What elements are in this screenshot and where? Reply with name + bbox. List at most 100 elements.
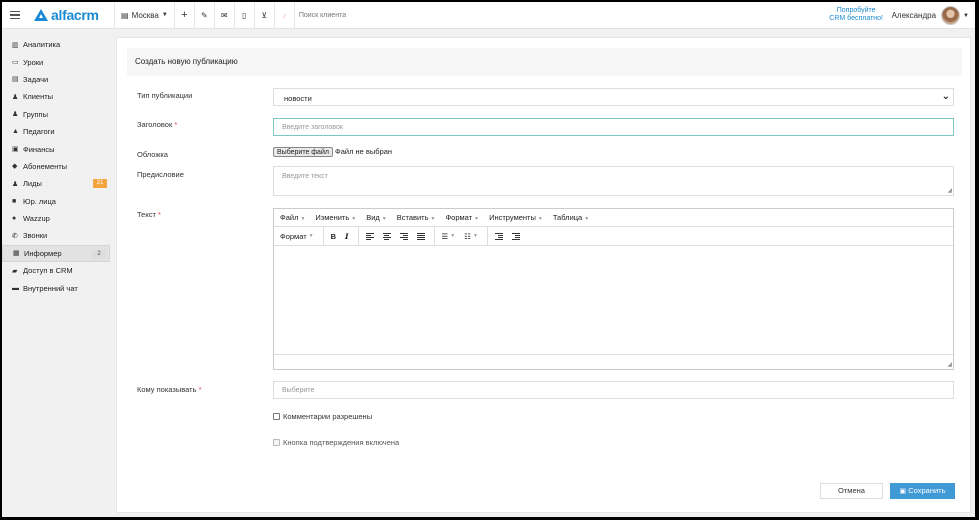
sidebar-item-informer[interactable]: ▦ Информер 2: [2, 244, 110, 263]
sidebar-item-leads[interactable]: ♟ Лиды 21: [2, 175, 110, 192]
try-free-link[interactable]: Попробуйте CRM бесплатно!: [829, 7, 883, 23]
text-label: Текст *: [137, 210, 161, 219]
whatsapp-icon: ●: [12, 215, 17, 223]
user-name: Александра: [891, 11, 937, 20]
type-label: Тип публикации: [137, 91, 193, 100]
publication-form: Создать новую публикацию Тип публикации …: [116, 37, 971, 513]
checkbox-box[interactable]: [273, 413, 280, 420]
sidebar-item-clients[interactable]: ♟ Клиенты: [2, 88, 110, 105]
form-header: Создать новую публикацию: [127, 48, 962, 76]
format-dropdown[interactable]: Формат ▼: [280, 232, 314, 241]
align-right-icon[interactable]: [399, 232, 408, 240]
save-button[interactable]: ▣ Сохранить: [890, 483, 955, 499]
editor-toolbar: Формат ▼ B I ☰ ▼ ☷ ▼: [274, 226, 953, 246]
sidebar-item-label: Доступ в CRM: [23, 266, 73, 276]
branch-name: Москва: [131, 10, 159, 20]
menu-edit[interactable]: Изменить ▼: [315, 213, 356, 222]
mail-icon[interactable]: ✉: [215, 2, 234, 29]
sidebar-item-label: Педагоги: [23, 127, 55, 137]
sidebar-item-groups[interactable]: ♟ Группы: [2, 106, 110, 123]
sidebar-item-label: Внутренний чат: [23, 283, 78, 293]
align-left-icon[interactable]: [365, 232, 374, 240]
sidebar-item-tasks[interactable]: ▤ Задачи: [2, 71, 110, 88]
align-center-icon[interactable]: [382, 232, 391, 240]
menu-format[interactable]: Формат ▼: [445, 213, 479, 222]
cart-icon[interactable]: ⊻: [255, 2, 274, 29]
comments-allowed-checkbox[interactable]: Комментарии разрешены: [273, 412, 372, 421]
menu-tools[interactable]: Инструменты ▼: [489, 213, 543, 222]
audience-select[interactable]: Выберите: [273, 381, 954, 399]
italic-button[interactable]: I: [345, 232, 349, 241]
resize-handle-icon[interactable]: ◢: [947, 187, 952, 194]
user-icon: ♟: [12, 93, 19, 101]
menu-table[interactable]: Таблица ▼: [553, 213, 589, 222]
branch-selector[interactable]: ▤ Москва ▼: [115, 2, 174, 29]
try-free-line2: CRM бесплатно!: [829, 15, 883, 22]
app-window: alfacrm ▤ Москва ▼ + ✎ ✉ ▯ ⊻ ♪ Поиск кли…: [2, 2, 975, 517]
outdent-icon[interactable]: [494, 232, 503, 240]
sidebar-item-teachers[interactable]: ▲ Педагоги: [2, 123, 110, 140]
tag-icon: ◆: [12, 163, 18, 171]
menu-file[interactable]: Файл ▼: [280, 213, 305, 222]
sidebar-item-wazzup[interactable]: ● Wazzup: [2, 210, 110, 227]
user-menu[interactable]: Александра ▼: [892, 5, 969, 26]
sidebar-item-label: Клиенты: [23, 92, 54, 102]
wrench-icon[interactable]: ✎: [195, 2, 214, 29]
logo[interactable]: alfacrm: [34, 7, 114, 23]
editor-menubar: Файл ▼ Изменить ▼ Вид ▼ Вставить ▼ Формат ▼ И…: [274, 209, 953, 227]
add-icon[interactable]: +: [175, 2, 194, 29]
lock-icon: ▰: [12, 267, 18, 275]
chevron-down-icon: ▼: [161, 12, 168, 18]
sidebar-item-subscriptions[interactable]: ◆ Абонементы: [2, 158, 110, 175]
heading-label: Заголовок *: [137, 120, 178, 129]
bell-icon[interactable]: ♪: [275, 2, 294, 29]
sidebar-item-analytics[interactable]: ▥ Аналитика: [2, 36, 110, 53]
sidebar-item-label: Задачи: [23, 74, 49, 84]
sidebar-item-legal-entities[interactable]: ■ Юр. лица: [2, 193, 110, 210]
bullet-list-icon[interactable]: ☰ ▼: [442, 232, 456, 241]
top-bar: alfacrm ▤ Москва ▼ + ✎ ✉ ▯ ⊻ ♪ Поиск кли…: [2, 2, 975, 29]
sidebar-item-crm-access[interactable]: ▰ Доступ в CRM: [2, 262, 110, 279]
rich-text-editor: Файл ▼ Изменить ▼ Вид ▼ Вставить ▼ Формат ▼ И…: [273, 208, 954, 370]
confirm-button-label: Кнопка подтверждения включена: [283, 438, 400, 447]
indent-icon[interactable]: [511, 232, 520, 240]
menu-view[interactable]: Вид ▼: [366, 213, 387, 222]
confirm-button-checkbox[interactable]: Кнопка подтверждения включена: [273, 438, 399, 447]
menu-insert[interactable]: Вставить ▼: [397, 213, 436, 222]
briefcase-icon: ■: [12, 197, 17, 205]
align-justify-icon[interactable]: [416, 232, 425, 240]
sidebar-item-finance[interactable]: ▣ Финансы: [2, 140, 110, 157]
sidebar-item-label: Группы: [23, 109, 48, 119]
logo-text: alfacrm: [51, 7, 99, 23]
sidebar-item-lessons[interactable]: ▭ Уроки: [2, 53, 110, 70]
chat-icon: ▬: [12, 284, 19, 292]
editor-statusbar: ◢: [274, 354, 953, 369]
resize-handle-icon[interactable]: ◢: [947, 361, 952, 368]
sidebar-item-internal-chat[interactable]: ▬ Внутренний чат: [2, 279, 110, 296]
mobile-icon[interactable]: ▯: [235, 2, 254, 29]
cancel-button[interactable]: Отмена: [820, 483, 883, 499]
page-title: Создать новую публикацию: [135, 57, 238, 66]
newspaper-icon: ▦: [13, 250, 20, 258]
calendar-icon: ▭: [12, 59, 19, 67]
sidebar-item-label: Юр. лица: [23, 196, 56, 206]
phone-icon: ✆: [12, 232, 18, 240]
numbered-list-icon[interactable]: ☷ ▼: [464, 232, 478, 241]
clipboard-icon: ▤: [12, 76, 19, 84]
menu-toggle-icon[interactable]: [4, 2, 26, 29]
sidebar-item-calls[interactable]: ✆ Звонки: [2, 227, 110, 244]
preface-textarea[interactable]: Введите текст ◢: [273, 166, 954, 196]
editor-content-area[interactable]: [274, 247, 953, 355]
bold-button[interactable]: B: [331, 232, 336, 241]
comments-allowed-label: Комментарии разрешены: [283, 412, 373, 421]
choose-file-button[interactable]: Выберите файл: [273, 147, 333, 157]
client-search[interactable]: Поиск клиента: [299, 12, 346, 19]
checkbox-box[interactable]: [273, 439, 280, 446]
sidebar: ▥ Аналитика ▭ Уроки ▤ Задачи ♟ Клиенты ♟ Груп…: [2, 30, 112, 517]
logo-mark-icon: [34, 9, 48, 21]
user-plus-icon: ♟: [12, 180, 19, 188]
publication-type-select[interactable]: новости ⌄: [273, 88, 954, 106]
heading-input[interactable]: Введите заголовок: [273, 118, 954, 136]
graduation-cap-icon: ▲: [12, 128, 19, 136]
sidebar-item-label: Уроки: [23, 57, 44, 67]
